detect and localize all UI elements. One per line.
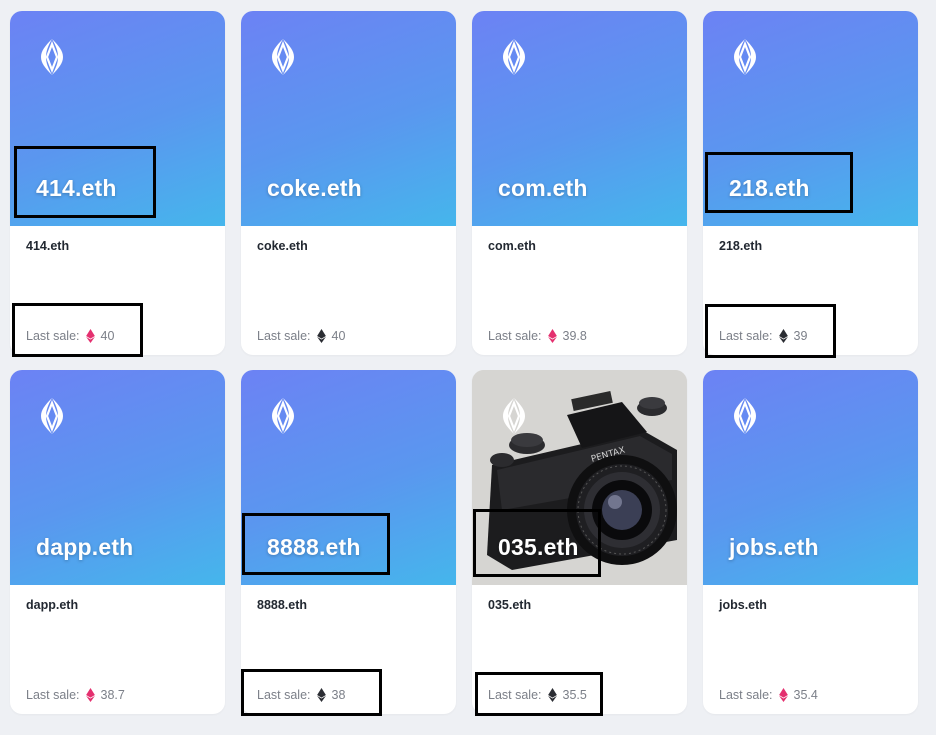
last-sale-price: 39 xyxy=(793,329,808,343)
banner-title: dapp.eth xyxy=(36,534,134,560)
card-banner: 8888.eth xyxy=(241,370,456,585)
card-banner: coke.eth xyxy=(241,11,456,226)
domain-name[interactable]: 035.eth xyxy=(488,598,531,612)
nft-card[interactable]: jobs.eth jobs.eth Last sale: 35.4 xyxy=(703,370,918,714)
nft-card[interactable]: com.eth com.eth Last sale: 39.8 xyxy=(472,11,687,355)
card-banner: jobs.eth xyxy=(703,370,918,585)
ethereum-icon xyxy=(778,329,788,343)
ethereum-icon xyxy=(85,688,95,702)
banner-title: coke.eth xyxy=(267,175,362,201)
domain-name[interactable]: dapp.eth xyxy=(26,598,78,612)
nft-card[interactable]: 218.eth 218.eth Last sale: 39 xyxy=(703,11,918,355)
last-sale-price: 40 xyxy=(100,329,115,343)
nft-card[interactable]: PENTAX 035.eth 035.eth Last sale: 35.5 xyxy=(472,370,687,714)
last-sale: Last sale: 40 xyxy=(257,329,345,343)
nft-card[interactable]: 8888.eth 8888.eth Last sale: 38 xyxy=(241,370,456,714)
last-sale-price: 38 xyxy=(331,688,346,702)
card-banner: dapp.eth xyxy=(10,370,225,585)
last-sale-price: 35.4 xyxy=(793,688,818,702)
last-sale-label: Last sale: xyxy=(257,688,311,702)
last-sale-label: Last sale: xyxy=(26,688,80,702)
ens-logo-icon xyxy=(272,39,294,75)
ethereum-icon xyxy=(316,329,326,343)
ethereum-icon xyxy=(547,329,557,343)
domain-name[interactable]: 218.eth xyxy=(719,239,762,253)
ens-logo-icon xyxy=(734,398,756,434)
last-sale-label: Last sale: xyxy=(26,329,80,343)
ethereum-icon xyxy=(778,688,788,702)
card-banner-image: PENTAX 035.eth xyxy=(472,370,687,585)
last-sale: Last sale: 35.5 xyxy=(488,688,587,702)
nft-card[interactable]: coke.eth coke.eth Last sale: 40 xyxy=(241,11,456,355)
ens-logo-icon xyxy=(272,398,294,434)
ens-logo-icon xyxy=(41,398,63,434)
ethereum-icon xyxy=(547,688,557,702)
ethereum-icon xyxy=(316,688,326,702)
last-sale: Last sale: 38 xyxy=(257,688,345,702)
last-sale-label: Last sale: xyxy=(488,688,542,702)
ens-logo-icon xyxy=(734,39,756,75)
banner-title: 414.eth xyxy=(36,175,117,201)
last-sale-price: 38.7 xyxy=(100,688,125,702)
banner-title: jobs.eth xyxy=(729,534,819,560)
domain-name[interactable]: coke.eth xyxy=(257,239,308,253)
last-sale-label: Last sale: xyxy=(719,329,773,343)
last-sale: Last sale: 39.8 xyxy=(488,329,587,343)
ens-logo-icon xyxy=(503,398,525,434)
banner-title: 035.eth xyxy=(498,534,579,560)
last-sale-label: Last sale: xyxy=(719,688,773,702)
nft-card[interactable]: dapp.eth dapp.eth Last sale: 38.7 xyxy=(10,370,225,714)
domain-name[interactable]: com.eth xyxy=(488,239,536,253)
card-banner: 414.eth xyxy=(10,11,225,226)
banner-title: 8888.eth xyxy=(267,534,361,560)
last-sale-price: 39.8 xyxy=(562,329,587,343)
last-sale: Last sale: 38.7 xyxy=(26,688,125,702)
last-sale: Last sale: 39 xyxy=(719,329,807,343)
last-sale-price: 40 xyxy=(331,329,346,343)
card-banner: com.eth xyxy=(472,11,687,226)
nft-card[interactable]: 414.eth 414.eth Last sale: 40 xyxy=(10,11,225,355)
domain-name[interactable]: jobs.eth xyxy=(719,598,767,612)
last-sale-label: Last sale: xyxy=(257,329,311,343)
nft-grid: 414.eth 414.eth Last sale: 40 coke.eth c… xyxy=(0,0,936,735)
last-sale-price: 35.5 xyxy=(562,688,587,702)
domain-name[interactable]: 414.eth xyxy=(26,239,69,253)
ethereum-icon xyxy=(85,329,95,343)
last-sale: Last sale: 35.4 xyxy=(719,688,818,702)
banner-title: com.eth xyxy=(498,175,588,201)
ens-logo-icon xyxy=(503,39,525,75)
card-banner: 218.eth xyxy=(703,11,918,226)
last-sale-label: Last sale: xyxy=(488,329,542,343)
banner-title: 218.eth xyxy=(729,175,810,201)
last-sale: Last sale: 40 xyxy=(26,329,114,343)
domain-name[interactable]: 8888.eth xyxy=(257,598,307,612)
ens-logo-icon xyxy=(41,39,63,75)
